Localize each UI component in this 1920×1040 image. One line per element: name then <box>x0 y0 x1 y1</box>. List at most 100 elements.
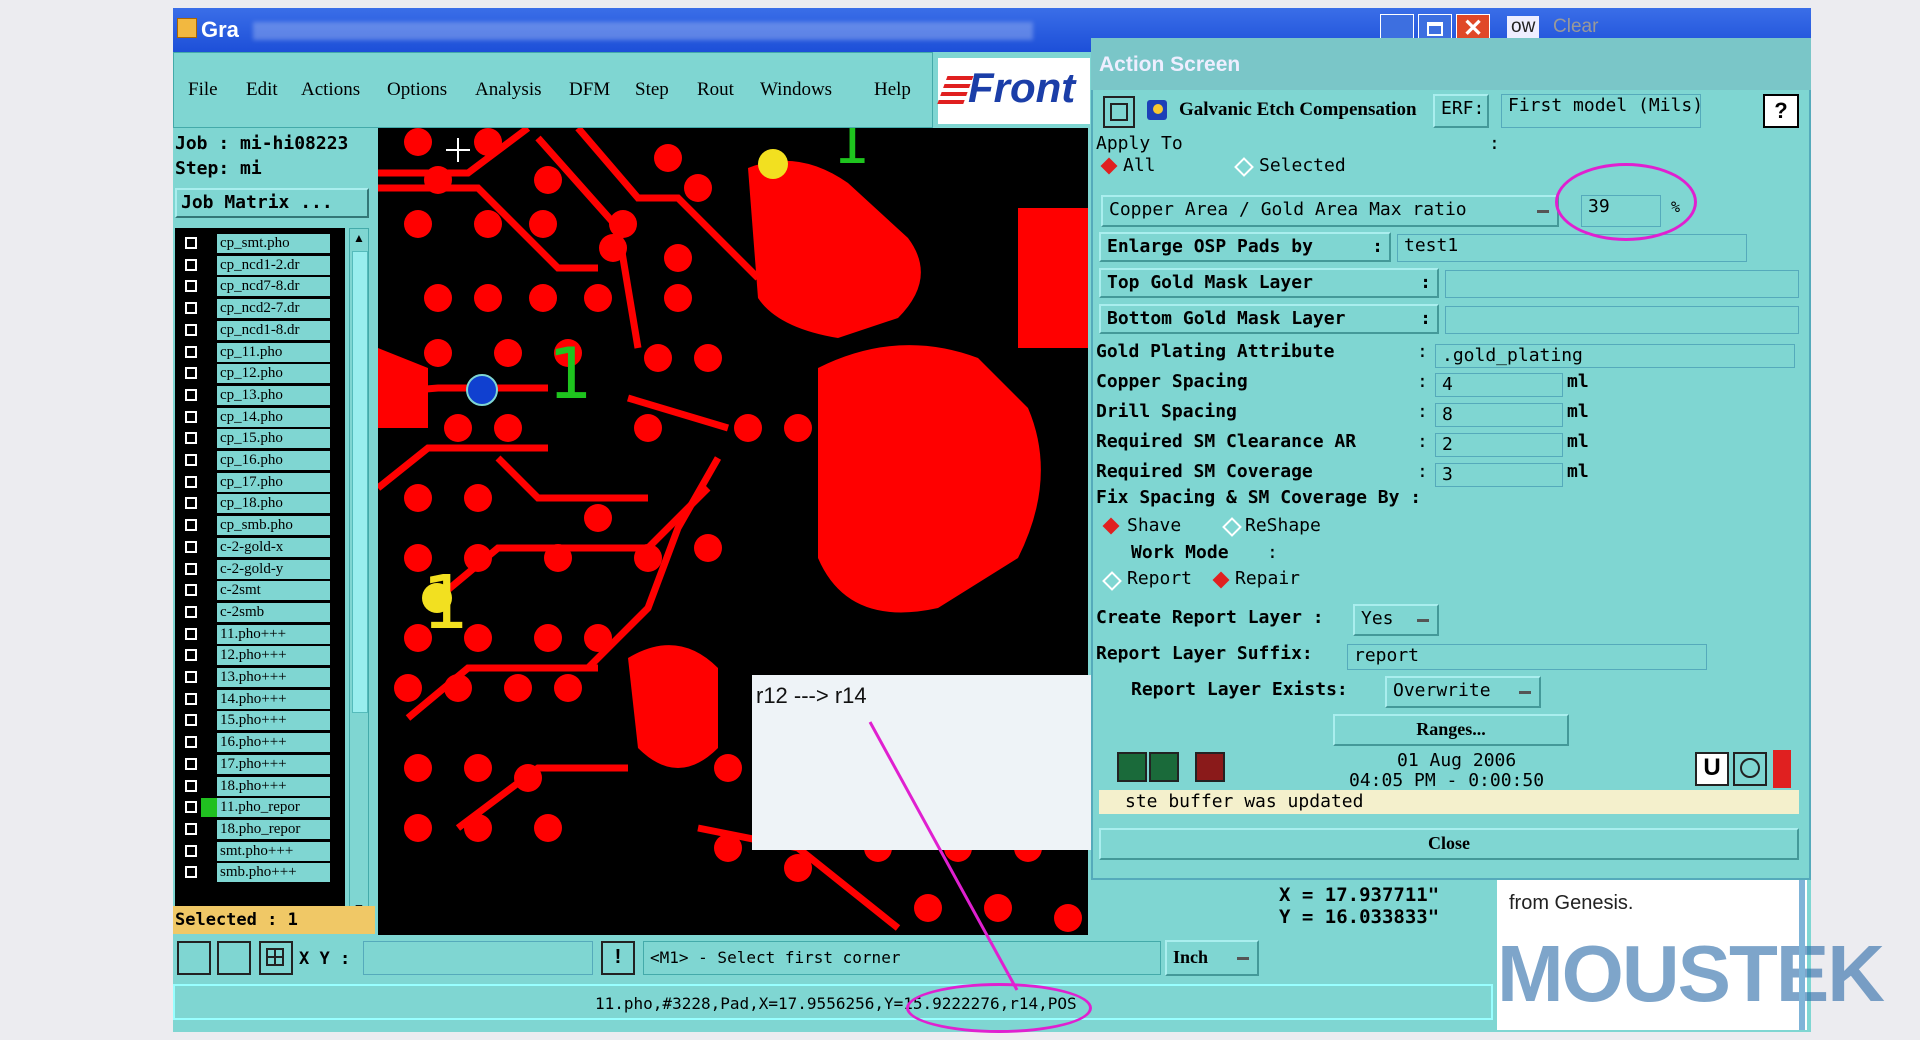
layer-name[interactable]: cp_smb.pho <box>217 516 330 536</box>
radio-reshape[interactable] <box>1222 517 1242 537</box>
menu-edit[interactable]: Edit <box>246 79 278 101</box>
layer-checkbox[interactable] <box>185 410 197 423</box>
radio-report[interactable] <box>1102 571 1122 591</box>
bottom-gold-mask-field[interactable] <box>1445 306 1799 334</box>
layer-name[interactable]: cp_11.pho <box>217 342 330 362</box>
layer-checkbox[interactable] <box>185 540 197 553</box>
radio-selected[interactable] <box>1234 157 1254 177</box>
zoom-icon[interactable] <box>1733 752 1767 786</box>
layer-name[interactable]: c-2-gold-x <box>217 537 330 557</box>
layer-checkbox[interactable] <box>185 779 197 792</box>
layer-name[interactable]: 12.pho+++ <box>217 646 330 666</box>
scroll-up-icon[interactable]: ▲ <box>353 231 365 245</box>
layer-checkbox[interactable] <box>185 237 197 249</box>
layer-name[interactable]: 16.pho+++ <box>217 733 330 753</box>
layer-name[interactable]: cp_ncd1-2.dr <box>217 255 330 275</box>
help-button[interactable]: ? <box>1763 94 1799 128</box>
layer-checkbox[interactable] <box>185 302 197 315</box>
layer-checkbox[interactable] <box>185 432 197 445</box>
erf-button[interactable]: ERF: <box>1433 94 1489 128</box>
ratio-option-menu[interactable]: Copper Area / Gold Area Max ratio <box>1101 195 1559 227</box>
layer-name[interactable]: 17.pho+++ <box>217 754 330 774</box>
layer-name[interactable]: c-2smb <box>217 602 330 622</box>
layer-checkbox[interactable] <box>185 757 197 770</box>
layer-checkbox[interactable] <box>185 844 197 857</box>
layer-checkbox[interactable] <box>185 475 197 488</box>
top-gold-mask-field[interactable] <box>1445 270 1799 298</box>
copper-spacing-field[interactable]: 4 <box>1435 373 1563 397</box>
layer-name[interactable]: cp_smt.pho <box>217 234 330 253</box>
xy-input[interactable] <box>363 941 593 975</box>
layer-name[interactable]: cp_17.pho <box>217 472 330 492</box>
enlarge-osp-field[interactable]: test1 <box>1397 234 1747 262</box>
reshape-label[interactable]: ReShape <box>1245 515 1321 536</box>
menu-options[interactable]: Options <box>387 79 447 101</box>
layer-name[interactable]: cp_13.pho <box>217 385 330 405</box>
layer-name[interactable]: 13.pho+++ <box>217 668 330 687</box>
layer-name[interactable]: cp_14.pho <box>217 407 330 427</box>
radio-repair[interactable] <box>1212 571 1230 589</box>
layer-name[interactable]: cp_ncd7-8.dr <box>217 277 330 297</box>
sm-clearance-field[interactable]: 2 <box>1435 433 1563 457</box>
layer-checkbox[interactable] <box>185 367 197 380</box>
layer-name[interactable]: cp_18.pho <box>217 494 330 514</box>
layer-name[interactable]: 11.pho_repor <box>217 798 330 818</box>
layer-name[interactable]: c-2smt <box>217 581 330 601</box>
layer-name[interactable]: cp_12.pho <box>217 364 330 384</box>
menu-windows[interactable]: Windows <box>760 79 832 101</box>
execute-icon[interactable] <box>1117 752 1147 782</box>
layer-checkbox[interactable] <box>185 866 197 879</box>
unit-dropdown[interactable]: Inch <box>1165 940 1259 976</box>
radio-shave[interactable] <box>1102 517 1120 535</box>
layer-checkbox[interactable] <box>185 822 197 835</box>
layer-name[interactable]: 18.pho_repor <box>217 819 330 839</box>
create-report-dropdown[interactable]: Yes <box>1353 604 1439 636</box>
menu-dfm[interactable]: DFM <box>569 79 610 101</box>
layer-name[interactable]: cp_16.pho <box>217 451 330 470</box>
layer-checkbox[interactable] <box>185 736 197 749</box>
shave-label[interactable]: Shave <box>1127 515 1181 536</box>
layer-name[interactable]: c-2-gold-y <box>217 559 330 579</box>
zoom-area-icon[interactable] <box>177 941 211 975</box>
layer-checkbox[interactable] <box>185 388 197 401</box>
menu-actions[interactable]: Actions <box>301 79 360 101</box>
repair-option-label[interactable]: Repair <box>1235 568 1300 589</box>
sm-coverage-field[interactable]: 3 <box>1435 463 1563 487</box>
layer-checkbox[interactable] <box>185 714 197 727</box>
layer-name[interactable]: smt.pho+++ <box>217 841 330 861</box>
layer-name[interactable]: 11.pho+++ <box>217 624 330 644</box>
close-button[interactable]: Close <box>1099 828 1799 860</box>
snap-grid-icon[interactable] <box>259 941 293 975</box>
top-gold-mask-button[interactable]: Top Gold Mask Layer: <box>1099 268 1439 298</box>
scroll-thumb[interactable] <box>352 251 368 713</box>
report-suffix-field[interactable]: report <box>1347 644 1707 670</box>
menu-rout[interactable]: Rout <box>697 79 734 101</box>
bottom-gold-mask-button[interactable]: Bottom Gold Mask Layer: <box>1099 304 1439 334</box>
layer-name[interactable]: 14.pho+++ <box>217 689 330 709</box>
radio-all[interactable] <box>1100 157 1118 175</box>
ranges-button[interactable]: Ranges... <box>1333 714 1569 746</box>
enlarge-osp-button[interactable]: Enlarge OSP Pads by: <box>1099 232 1391 262</box>
job-matrix-button[interactable]: Job Matrix ... <box>175 188 369 218</box>
erf-value-field[interactable]: First model (Mils) <box>1501 94 1703 128</box>
undo-icon[interactable]: U <box>1695 752 1729 786</box>
layer-checkbox[interactable] <box>185 605 197 618</box>
layer-checkbox[interactable] <box>185 692 197 705</box>
apply-selected-label[interactable]: Selected <box>1259 155 1346 176</box>
layer-name[interactable]: 18.pho+++ <box>217 776 330 796</box>
function-icon[interactable] <box>1103 96 1135 128</box>
menu-file[interactable]: File <box>188 79 218 101</box>
layer-checkbox[interactable] <box>185 584 197 597</box>
drill-spacing-field[interactable]: 8 <box>1435 403 1563 427</box>
report-option-label[interactable]: Report <box>1127 568 1192 589</box>
run-icon[interactable] <box>1149 752 1179 782</box>
layer-list-scrollbar[interactable]: ▲ ▼ <box>349 228 369 918</box>
measure-icon[interactable] <box>217 941 251 975</box>
layer-name[interactable]: smb.pho+++ <box>217 863 330 883</box>
layer-checkbox[interactable] <box>185 345 197 358</box>
menu-step[interactable]: Step <box>635 79 669 101</box>
layer-checkbox[interactable] <box>185 627 197 640</box>
layer-checkbox[interactable] <box>185 323 197 336</box>
layer-name[interactable]: cp_ncd2-7.dr <box>217 299 330 319</box>
layer-checkbox[interactable] <box>185 454 197 466</box>
